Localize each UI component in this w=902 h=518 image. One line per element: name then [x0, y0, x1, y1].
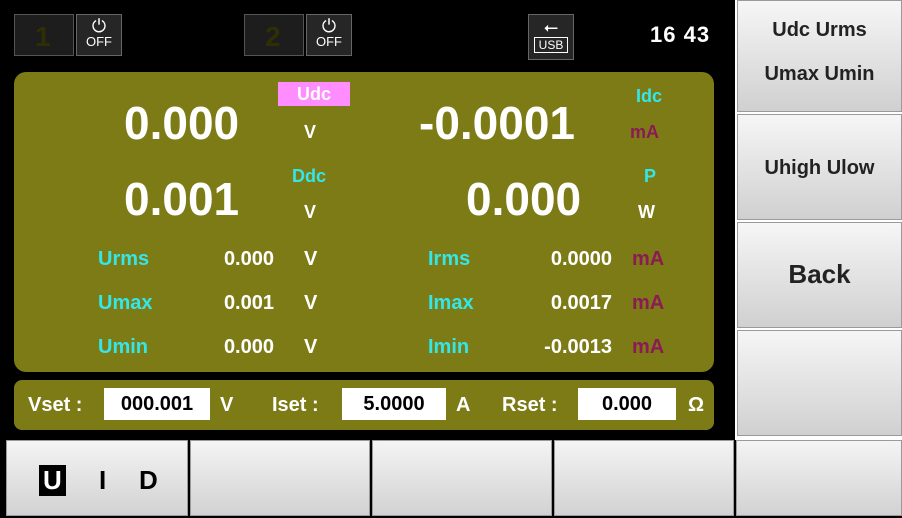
ddc-value: 0.001	[124, 173, 240, 225]
channel-1-number: 1	[35, 21, 51, 52]
power-unit: W	[638, 202, 655, 222]
imin-value: -0.0013	[544, 336, 612, 358]
imax-value: 0.0017	[550, 292, 612, 314]
vset-field[interactable]: 000.001	[104, 388, 210, 420]
umax-label: Umax	[98, 292, 153, 314]
urms-unit: V	[304, 248, 318, 270]
softkey-3[interactable]	[372, 440, 552, 516]
measurement-panel: 0.000 Udc V -0.0001 Idc mA 0.001 Ddc V 0…	[14, 72, 714, 372]
umax-value: 0.001	[223, 292, 274, 314]
irms-value: 0.0000	[550, 248, 612, 270]
idc-tag: Idc	[636, 86, 663, 106]
imin-unit: mA	[632, 336, 665, 358]
udc-tag: Udc	[278, 82, 350, 106]
power-tag: P	[644, 166, 657, 186]
uhigh-ulow-label: Uhigh Ulow	[764, 157, 875, 179]
usb-indicator: ⭠ USB	[528, 14, 574, 60]
channel-2-state: OFF	[316, 34, 342, 49]
irms-label: Irms	[428, 248, 471, 270]
imax-label: Imax	[428, 292, 474, 314]
uid-mode-key[interactable]: U I D	[6, 440, 188, 516]
measure-select-key[interactable]: Udc Urms Umax Umin	[737, 0, 902, 112]
u-mode-label: U	[39, 465, 66, 496]
power-value: 0.000	[466, 173, 582, 225]
umax-unit: V	[304, 292, 318, 314]
imax-unit: mA	[632, 292, 665, 314]
uhigh-ulow-key[interactable]: Uhigh Ulow	[737, 114, 902, 220]
channel-2-output-toggle[interactable]: ⏻ OFF	[306, 14, 352, 56]
power-icon: ⏻	[321, 16, 337, 36]
softkey-5[interactable]	[736, 440, 902, 516]
set-bar: Vset : 000.001 V Iset : 5.0000 A Rset : …	[14, 380, 714, 430]
channel-1-indicator[interactable]: 1	[14, 14, 74, 56]
measure-line-1: Udc Urms	[772, 19, 867, 41]
back-button[interactable]: Back	[737, 222, 902, 328]
power-icon: ⏻	[91, 16, 107, 36]
iset-field[interactable]: 5.0000	[342, 388, 446, 420]
iset-unit: A	[456, 394, 471, 416]
d-mode-label: D	[139, 465, 158, 495]
imin-label: Imin	[428, 336, 470, 358]
urms-label: Urms	[98, 248, 150, 270]
ddc-unit: V	[304, 202, 317, 222]
urms-value: 0.000	[223, 248, 274, 270]
back-label: Back	[788, 259, 851, 289]
rset-field[interactable]: 0.000	[578, 388, 676, 420]
current-unit: mA	[630, 122, 660, 142]
current-value: -0.0001	[419, 97, 576, 149]
channel-2-number: 2	[265, 21, 281, 52]
status-bar: 1 ⏻ OFF 2 ⏻ OFF ⭠ USB 16 43	[0, 0, 735, 70]
measure-line-2: Umax Umin	[764, 63, 875, 85]
vset-label: Vset :	[28, 394, 83, 416]
umin-value: 0.000	[223, 336, 274, 358]
usb-icon: ⭠	[543, 17, 559, 37]
rset-unit: Ω	[688, 394, 705, 416]
voltage-unit: V	[304, 122, 317, 142]
clock: 16 43	[650, 22, 711, 47]
channel-1-output-toggle[interactable]: ⏻ OFF	[76, 14, 122, 56]
usb-label: USB	[534, 37, 568, 53]
umin-label: Umin	[98, 336, 148, 358]
channel-2-indicator[interactable]: 2	[244, 14, 304, 56]
channel-1-state: OFF	[86, 34, 112, 49]
vset-unit: V	[220, 394, 234, 416]
softkey-2[interactable]	[190, 440, 370, 516]
voltage-value: 0.000	[124, 97, 240, 149]
right-softkey-4[interactable]	[737, 330, 902, 436]
iset-label: Iset :	[272, 394, 319, 416]
ddc-tag: Ddc	[292, 166, 327, 186]
irms-unit: mA	[632, 248, 665, 270]
softkey-4[interactable]	[554, 440, 734, 516]
rset-label: Rset :	[502, 394, 558, 416]
i-mode-label: I	[99, 465, 107, 495]
umin-unit: V	[304, 336, 318, 358]
